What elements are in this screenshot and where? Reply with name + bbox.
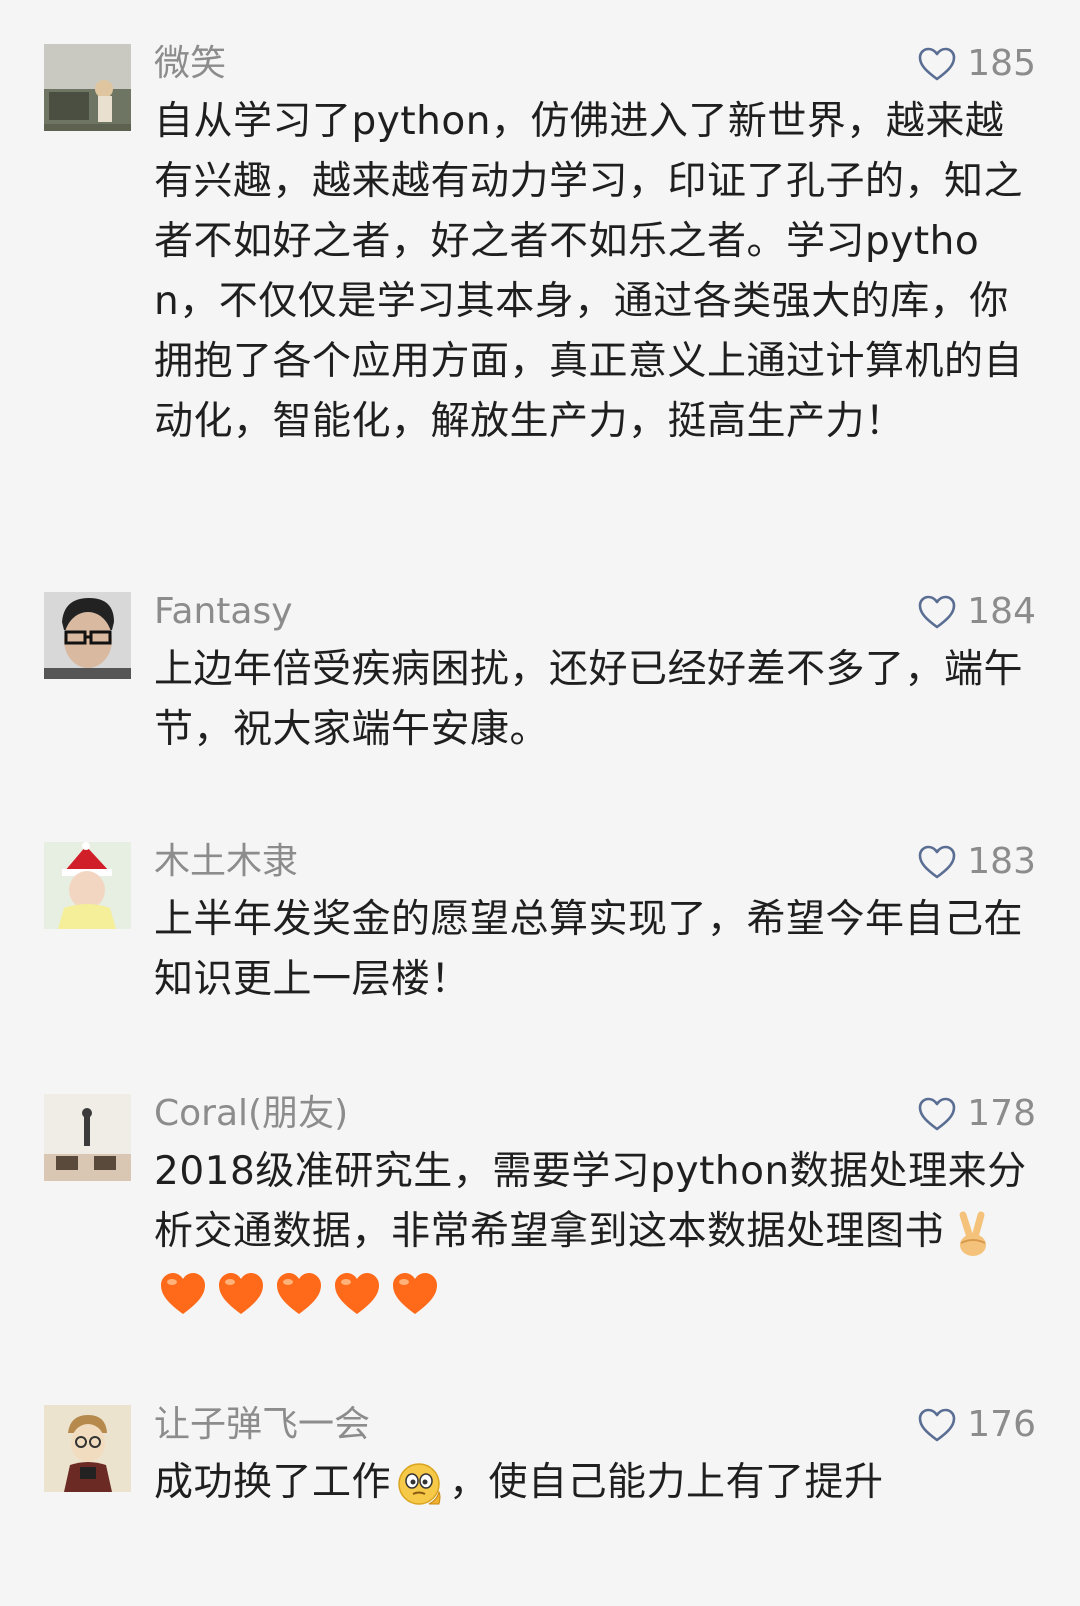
- comment-text-content: 2018级准研究生，需要学习python数据处理来分析交通数据，非常希望拿到这本…: [154, 1149, 1027, 1254]
- like-button[interactable]: 178: [917, 1094, 1036, 1134]
- like-count: 184: [967, 591, 1036, 632]
- thinking-face-emoji: [395, 1460, 445, 1510]
- comment-text-part: 成功换了工作: [154, 1460, 392, 1505]
- avatar[interactable]: [44, 842, 131, 929]
- like-button[interactable]: 176: [917, 1405, 1036, 1445]
- comment-username[interactable]: Fantasy: [154, 592, 293, 632]
- comment-username[interactable]: Coral(朋友): [154, 1094, 348, 1134]
- comment-text: 2018级准研究生，需要学习python数据处理来分析交通数据，非常希望拿到这本…: [154, 1142, 1034, 1322]
- orange-heart-emoji: [274, 1269, 324, 1319]
- orange-heart-emoji: [332, 1269, 382, 1319]
- victory-hand-emoji: [948, 1209, 998, 1259]
- heart-outline-icon: [917, 1096, 957, 1132]
- avatar[interactable]: [44, 44, 131, 131]
- like-count: 178: [967, 1093, 1036, 1134]
- orange-heart-emoji: [158, 1269, 208, 1319]
- comment-username[interactable]: 木土木隶: [154, 842, 298, 882]
- avatar[interactable]: [44, 1405, 131, 1492]
- comment-text: 上半年发奖金的愿望总算实现了，希望今年自己在知识更上一层楼！: [154, 897, 1024, 1002]
- heart-outline-icon: [917, 594, 957, 630]
- heart-outline-icon: [917, 844, 957, 880]
- avatar[interactable]: [44, 592, 131, 679]
- comment-text: 自从学习了python，仿佛进入了新世界，越来越有兴趣，越来越有动力学习，印证了…: [154, 99, 1024, 444]
- like-count: 176: [967, 1404, 1036, 1445]
- comment-username[interactable]: 让子弹飞一会: [154, 1405, 370, 1445]
- comment-text: 成功换了工作 ，使自己能力上有了提升: [154, 1453, 1034, 1513]
- like-button[interactable]: 183: [917, 842, 1036, 882]
- heart-outline-icon: [917, 46, 957, 82]
- comment-text-part: ，使自己能力上有了提升: [449, 1460, 884, 1505]
- like-count: 183: [967, 841, 1036, 882]
- like-count: 185: [967, 43, 1036, 84]
- orange-heart-emoji: [216, 1269, 266, 1319]
- comment-text: 上边年倍受疾病困扰，还好已经好差不多了，端午节，祝大家端午安康。: [154, 647, 1024, 752]
- avatar[interactable]: [44, 1094, 131, 1181]
- orange-heart-emoji: [390, 1269, 440, 1319]
- heart-outline-icon: [917, 1407, 957, 1443]
- like-button[interactable]: 184: [917, 592, 1036, 632]
- comment-username[interactable]: 微笑: [154, 44, 226, 84]
- like-button[interactable]: 185: [917, 44, 1036, 84]
